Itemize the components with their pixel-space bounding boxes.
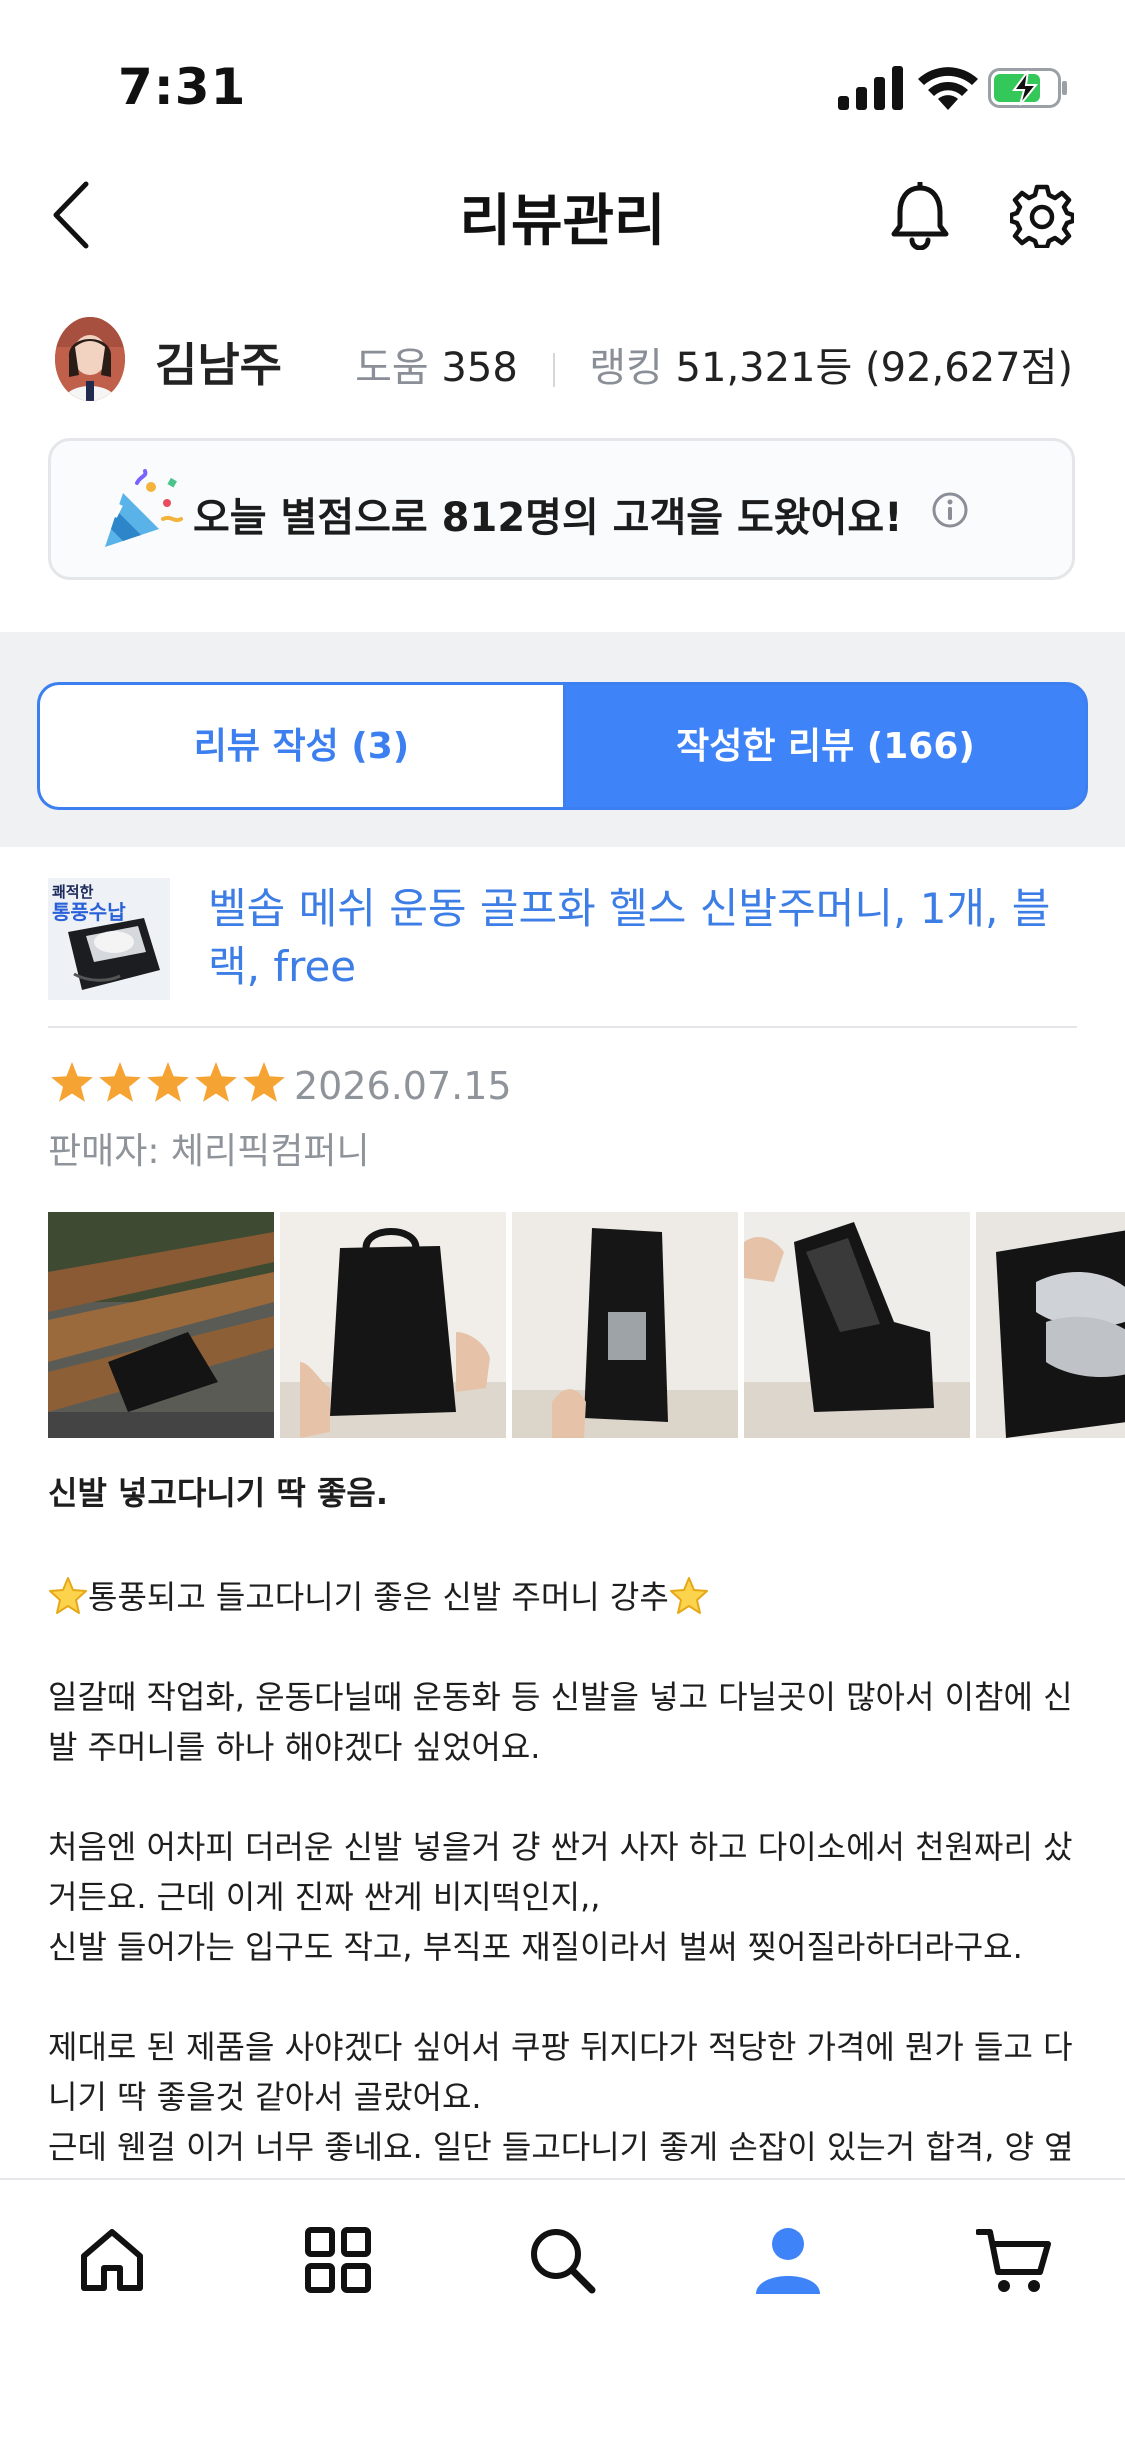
seller-name: 판매자: 체리픽컴퍼니	[48, 1131, 370, 1172]
search-icon[interactable]	[524, 2222, 600, 2298]
profile-summary: 김남주 도움 358 랭킹 51,321등 (92,627점)	[0, 315, 1125, 405]
rating-star	[195, 1062, 237, 1102]
status-time: 7:31	[118, 58, 247, 116]
top-navigation-bar: 리뷰관리	[0, 160, 1125, 270]
help-banner-text: 오늘 별점으로 812명의 고객을 도왔어요!	[193, 495, 903, 541]
review-photo-1[interactable]	[48, 1212, 274, 1438]
cart-icon[interactable]	[976, 2222, 1052, 2298]
ranking-label: 랭킹	[589, 345, 663, 391]
tab-write-review[interactable]: 리뷰 작성 (3)	[37, 682, 563, 810]
rating-star	[51, 1062, 93, 1102]
review-title: 신발 넣고다니기 딱 좋음.	[48, 1474, 388, 1512]
product-info[interactable]: 쾌적한 통풍수납 벨솝 메쉬 운동 골프화 헬스 신발주머니, 1개, 블랙, …	[0, 870, 1125, 1030]
review-photo-5[interactable]	[976, 1212, 1125, 1438]
stats-divider	[552, 353, 555, 387]
categories-icon[interactable]	[300, 2222, 376, 2298]
review-paragraph: 일갈때 작업화, 운동다닐때 운동화 등 신발을 넣고 다닐곳이 많아서 이참에…	[48, 1678, 1073, 1766]
user-name: 김남주	[155, 338, 282, 392]
user-stats: 도움 358 랭킹 51,321등 (92,627점)	[355, 335, 1073, 393]
star-emoji-icon	[49, 1577, 87, 1614]
section-divider	[48, 1026, 1077, 1028]
notification-bell-icon[interactable]	[888, 182, 952, 250]
tab-written-reviews[interactable]: 작성한 리뷰 (166)	[563, 682, 1088, 810]
review-photo-3[interactable]	[512, 1212, 738, 1438]
rating-star	[99, 1062, 141, 1102]
star-emoji-icon	[669, 1577, 708, 1614]
review-paragraph: 처음엔 어차피 더러운 신발 넣을거 걍 싼거 사자 하고 다이소에서 천원짜리…	[48, 1828, 1073, 1966]
review-photos	[48, 1212, 1125, 1438]
battery-charging-icon	[988, 68, 1067, 108]
help-banner: 오늘 별점으로 812명의 고객을 도왔어요!	[48, 438, 1075, 580]
review-headline: 통풍되고 들고다니기 좋은 신발 주머니 강추	[88, 1578, 669, 1616]
page-title: 리뷰관리	[459, 189, 666, 254]
rating-star	[243, 1062, 285, 1102]
my-page-icon[interactable]	[750, 2222, 826, 2298]
rating-star	[147, 1062, 189, 1102]
rating-stars	[51, 1062, 285, 1102]
product-name-link[interactable]: 벨솝 메쉬 운동 골프화 헬스 신발주머니, 1개, 블랙, free	[208, 880, 1068, 996]
help-count: 358	[441, 345, 518, 391]
review-headline-row: 통풍되고 들고다니기 좋은 신발 주머니 강추	[48, 1522, 1088, 1622]
review-photo-2[interactable]	[280, 1212, 506, 1438]
review-tabs: 리뷰 작성 (3) 작성한 리뷰 (166)	[0, 632, 1125, 847]
settings-gear-icon[interactable]	[1010, 184, 1074, 248]
party-popper-icon	[105, 469, 183, 547]
ranking-value: 51,321등 (92,627점)	[675, 345, 1073, 391]
help-label: 도움	[355, 345, 429, 391]
home-icon[interactable]	[74, 2222, 150, 2298]
cellular-signal-icon	[838, 66, 903, 110]
info-icon[interactable]	[931, 491, 969, 529]
product-thumbnail[interactable]: 쾌적한 통풍수납	[48, 878, 170, 1000]
review-date: 2026.07.15	[294, 1064, 512, 1108]
bottom-tab-bar	[0, 2178, 1125, 2438]
wifi-icon	[918, 67, 978, 110]
avatar[interactable]	[55, 317, 125, 401]
review-content: 신발 넣고다니기 딱 좋음. 통풍되고 들고다니기 좋은 신발 주머니 강추 일…	[48, 1468, 1088, 2272]
thumbnail-caption-1: 쾌적한	[52, 883, 94, 901]
status-bar: 7:31	[0, 0, 1125, 160]
review-photo-4[interactable]	[744, 1212, 970, 1438]
thumbnail-caption-2: 통풍수납	[52, 900, 126, 924]
